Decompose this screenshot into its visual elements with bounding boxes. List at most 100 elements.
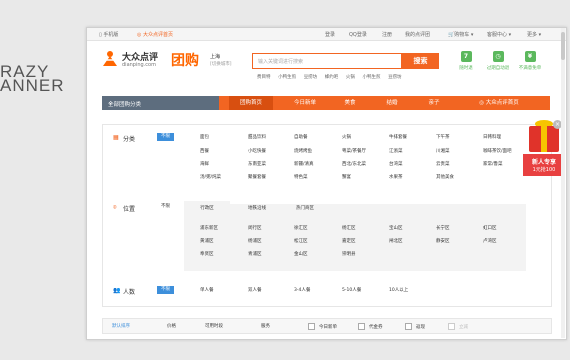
people-item[interactable]: 双人餐 — [248, 287, 262, 293]
people-item[interactable]: 10人以上 — [389, 287, 408, 293]
category-item[interactable]: 东南亚菜 — [248, 161, 266, 167]
category-item[interactable]: 新疆/清真 — [294, 161, 314, 167]
filter-cashback[interactable]: 返现 — [405, 323, 425, 330]
nav-groupon-home[interactable]: 团购首页 — [229, 96, 273, 110]
category-item[interactable]: 日韩料理 — [483, 134, 501, 140]
filter-discount[interactable]: 立减 — [448, 323, 468, 330]
hot-keyword[interactable]: 豆捞坊 — [304, 75, 318, 80]
dianping-home-link[interactable]: ◎ 大众点评首页 — [137, 31, 173, 38]
category-item[interactable]: 西餐 — [200, 148, 209, 154]
login-link[interactable]: 登录 — [325, 31, 335, 38]
my-groupon-link[interactable]: 我的点评团 — [405, 31, 430, 38]
category-item[interactable]: 烧烤烤鱼 — [294, 148, 312, 154]
people-item[interactable]: 单人餐 — [200, 287, 214, 293]
service-center-link[interactable]: 客服中心 ▾ — [487, 31, 511, 38]
category-unlimited[interactable]: 不限 — [157, 133, 174, 141]
category-item[interactable]: 家常/鲁菜 — [483, 161, 503, 167]
hot-keyword[interactable]: 费目特 — [257, 75, 271, 80]
district-item[interactable]: 黄浦区 — [200, 238, 214, 244]
district-item[interactable]: 杨浦区 — [248, 238, 262, 244]
qq-login-link[interactable]: QQ登录 — [349, 31, 367, 38]
district-item[interactable]: 长宁区 — [436, 225, 450, 231]
category-item[interactable]: 面包 — [200, 134, 209, 140]
hot-keyword[interactable]: 小鸭生煎 — [362, 75, 380, 80]
people-item[interactable]: 5-10人餐 — [342, 287, 361, 293]
district-item[interactable]: 浦东新区 — [200, 225, 218, 231]
category-item[interactable]: 小吃快餐 — [248, 148, 266, 154]
tab-districts[interactable]: 行政区 — [184, 201, 230, 216]
location-unlimited[interactable]: 不限 — [157, 203, 174, 211]
all-categories-dropdown[interactable]: 全部团购分类 ⌄ — [102, 96, 219, 110]
district-item[interactable]: 徐汇区 — [294, 225, 308, 231]
category-item[interactable]: 聚餐套餐 — [248, 174, 266, 180]
category-item[interactable]: 其他美食 — [436, 174, 454, 180]
district-item[interactable]: 闸北区 — [389, 238, 403, 244]
register-link[interactable]: 注册 — [382, 31, 392, 38]
checkbox[interactable] — [405, 323, 412, 330]
hot-keyword[interactable]: 豆捞坊 — [388, 75, 402, 80]
hot-keyword[interactable]: 蜂约吧 — [325, 75, 339, 80]
nav-food[interactable]: 美食 — [335, 96, 365, 110]
nav-today-new[interactable]: 今日新单 — [283, 96, 327, 110]
checkbox[interactable] — [308, 323, 315, 330]
category-item[interactable]: 江浙菜 — [389, 148, 403, 154]
district-item[interactable]: 嘉定区 — [342, 238, 356, 244]
checkbox[interactable] — [358, 323, 365, 330]
filter-today-new[interactable]: 今日新单 — [308, 323, 337, 330]
scrollbar[interactable] — [561, 28, 565, 338]
category-item[interactable]: 水果茶 — [389, 174, 403, 180]
district-item[interactable]: 奉贤区 — [200, 251, 214, 257]
category-item[interactable]: 川湘菜 — [436, 148, 450, 154]
category-item[interactable]: 云贵菜 — [436, 161, 450, 167]
tab-hot-areas[interactable]: 热门商区 — [283, 201, 327, 216]
category-item[interactable]: 粤菜/茶餐厅 — [342, 148, 366, 154]
feature-unsatisfied-free[interactable]: ¥ 不满意免单 — [510, 51, 550, 71]
new-user-gift-widget[interactable]: × 新人专享 1元抢100 — [523, 120, 565, 180]
slogan-line2: ANNER — [0, 76, 65, 95]
district-item[interactable]: 青浦区 — [248, 251, 262, 257]
category-item[interactable]: 汤/粥/炖菜 — [200, 174, 221, 180]
district-item[interactable]: 松江区 — [294, 238, 308, 244]
mobile-version-link[interactable]: ▯ 手机版 — [99, 31, 118, 38]
search-button[interactable]: 搜索 — [402, 53, 439, 69]
district-item[interactable]: 闵行区 — [248, 225, 262, 231]
people-item[interactable]: 3-4人餐 — [294, 287, 310, 293]
category-item[interactable]: 海鲜 — [200, 161, 209, 167]
category-item[interactable]: 火锅 — [342, 134, 351, 140]
category-item[interactable]: 牛排套餐 — [389, 134, 407, 140]
district-item[interactable]: 卢湾区 — [483, 238, 497, 244]
district-item[interactable]: 杨汇区 — [342, 225, 356, 231]
people-unlimited[interactable]: 不限 — [157, 286, 174, 294]
category-item[interactable]: 咖啡茶饮/面吧 — [483, 148, 512, 154]
nav-wedding[interactable]: 结婚 — [377, 96, 407, 110]
category-item[interactable]: 自助餐 — [294, 134, 308, 140]
gift-label: 新人专享 1元抢100 — [523, 154, 565, 176]
switch-city-link[interactable]: [切换城市] — [210, 61, 232, 67]
category-item[interactable]: 蟹宴 — [342, 174, 351, 180]
sort-default[interactable]: 默认排序 — [112, 323, 130, 329]
hot-keyword[interactable]: 火锅 — [346, 75, 355, 80]
district-item[interactable]: 静安区 — [436, 238, 450, 244]
category-item[interactable]: 特色菜 — [294, 174, 308, 180]
sort-service[interactable]: 服务 — [261, 323, 270, 329]
more-link[interactable]: 更多 ▾ — [527, 31, 541, 38]
district-item[interactable]: 宝山区 — [389, 225, 403, 231]
sort-available-time[interactable]: 可用时段 — [205, 323, 223, 329]
scroll-thumb[interactable] — [561, 32, 565, 60]
tab-metro[interactable]: 地铁沿线 — [235, 201, 279, 216]
district-item[interactable]: 金山区 — [294, 251, 308, 257]
cart-link[interactable]: 🛒购物车 ▾ — [448, 31, 473, 38]
nav-kids[interactable]: 亲子 — [419, 96, 449, 110]
hot-keyword[interactable]: 小鸭生煎 — [278, 75, 296, 80]
nav-dianping-home[interactable]: ◎ 大众点评首页 — [469, 96, 529, 110]
filter-voucher[interactable]: 代金券 — [358, 323, 383, 330]
category-item[interactable]: 西北/东北菜 — [342, 161, 366, 167]
category-item[interactable]: 下午茶 — [436, 134, 450, 140]
district-item[interactable]: 虹口区 — [483, 225, 497, 231]
category-item[interactable]: 台湾菜 — [389, 161, 403, 167]
category-item[interactable]: 甜品饮料 — [248, 134, 266, 140]
sort-price[interactable]: 价格 — [167, 323, 176, 329]
search-input[interactable]: 输入关键词进行搜索 — [252, 53, 402, 69]
district-item[interactable]: 崇明县 — [342, 251, 356, 257]
checkbox[interactable] — [448, 323, 455, 330]
